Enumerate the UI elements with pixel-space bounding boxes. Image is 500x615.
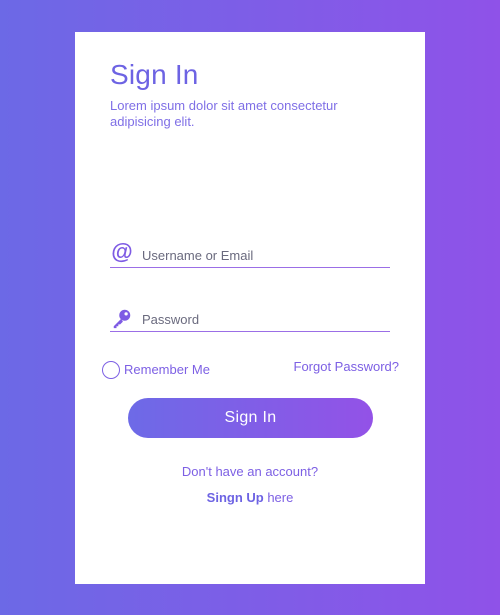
signup-line: Singn Up here bbox=[75, 490, 425, 505]
sign-up-link[interactable]: Singn Up bbox=[207, 490, 264, 505]
remember-me-label: Remember Me bbox=[124, 361, 210, 377]
username-input[interactable] bbox=[142, 243, 382, 264]
password-input[interactable] bbox=[142, 307, 382, 328]
signup-suffix: here bbox=[263, 490, 294, 505]
sign-in-button[interactable]: Sign In bbox=[128, 398, 373, 438]
username-field: @ bbox=[110, 240, 390, 268]
at-icon: @ bbox=[111, 238, 133, 264]
page-subtitle: Lorem ipsum dolor sit amet consectetur a… bbox=[110, 98, 338, 129]
sign-in-card: Sign In Lorem ipsum dolor sit amet conse… bbox=[75, 32, 425, 584]
page-title: Sign In bbox=[110, 59, 199, 90]
no-account-text: Don't have an account? bbox=[181, 464, 319, 479]
remember-radio-icon[interactable] bbox=[102, 361, 120, 379]
key-icon bbox=[110, 306, 134, 330]
forgot-password-link[interactable]: Forgot Password? bbox=[294, 359, 400, 374]
remember-me-checkbox[interactable]: Remember Me bbox=[102, 359, 210, 379]
form-options-row: Remember Me Forgot Password? bbox=[102, 359, 399, 379]
password-field bbox=[110, 304, 390, 332]
